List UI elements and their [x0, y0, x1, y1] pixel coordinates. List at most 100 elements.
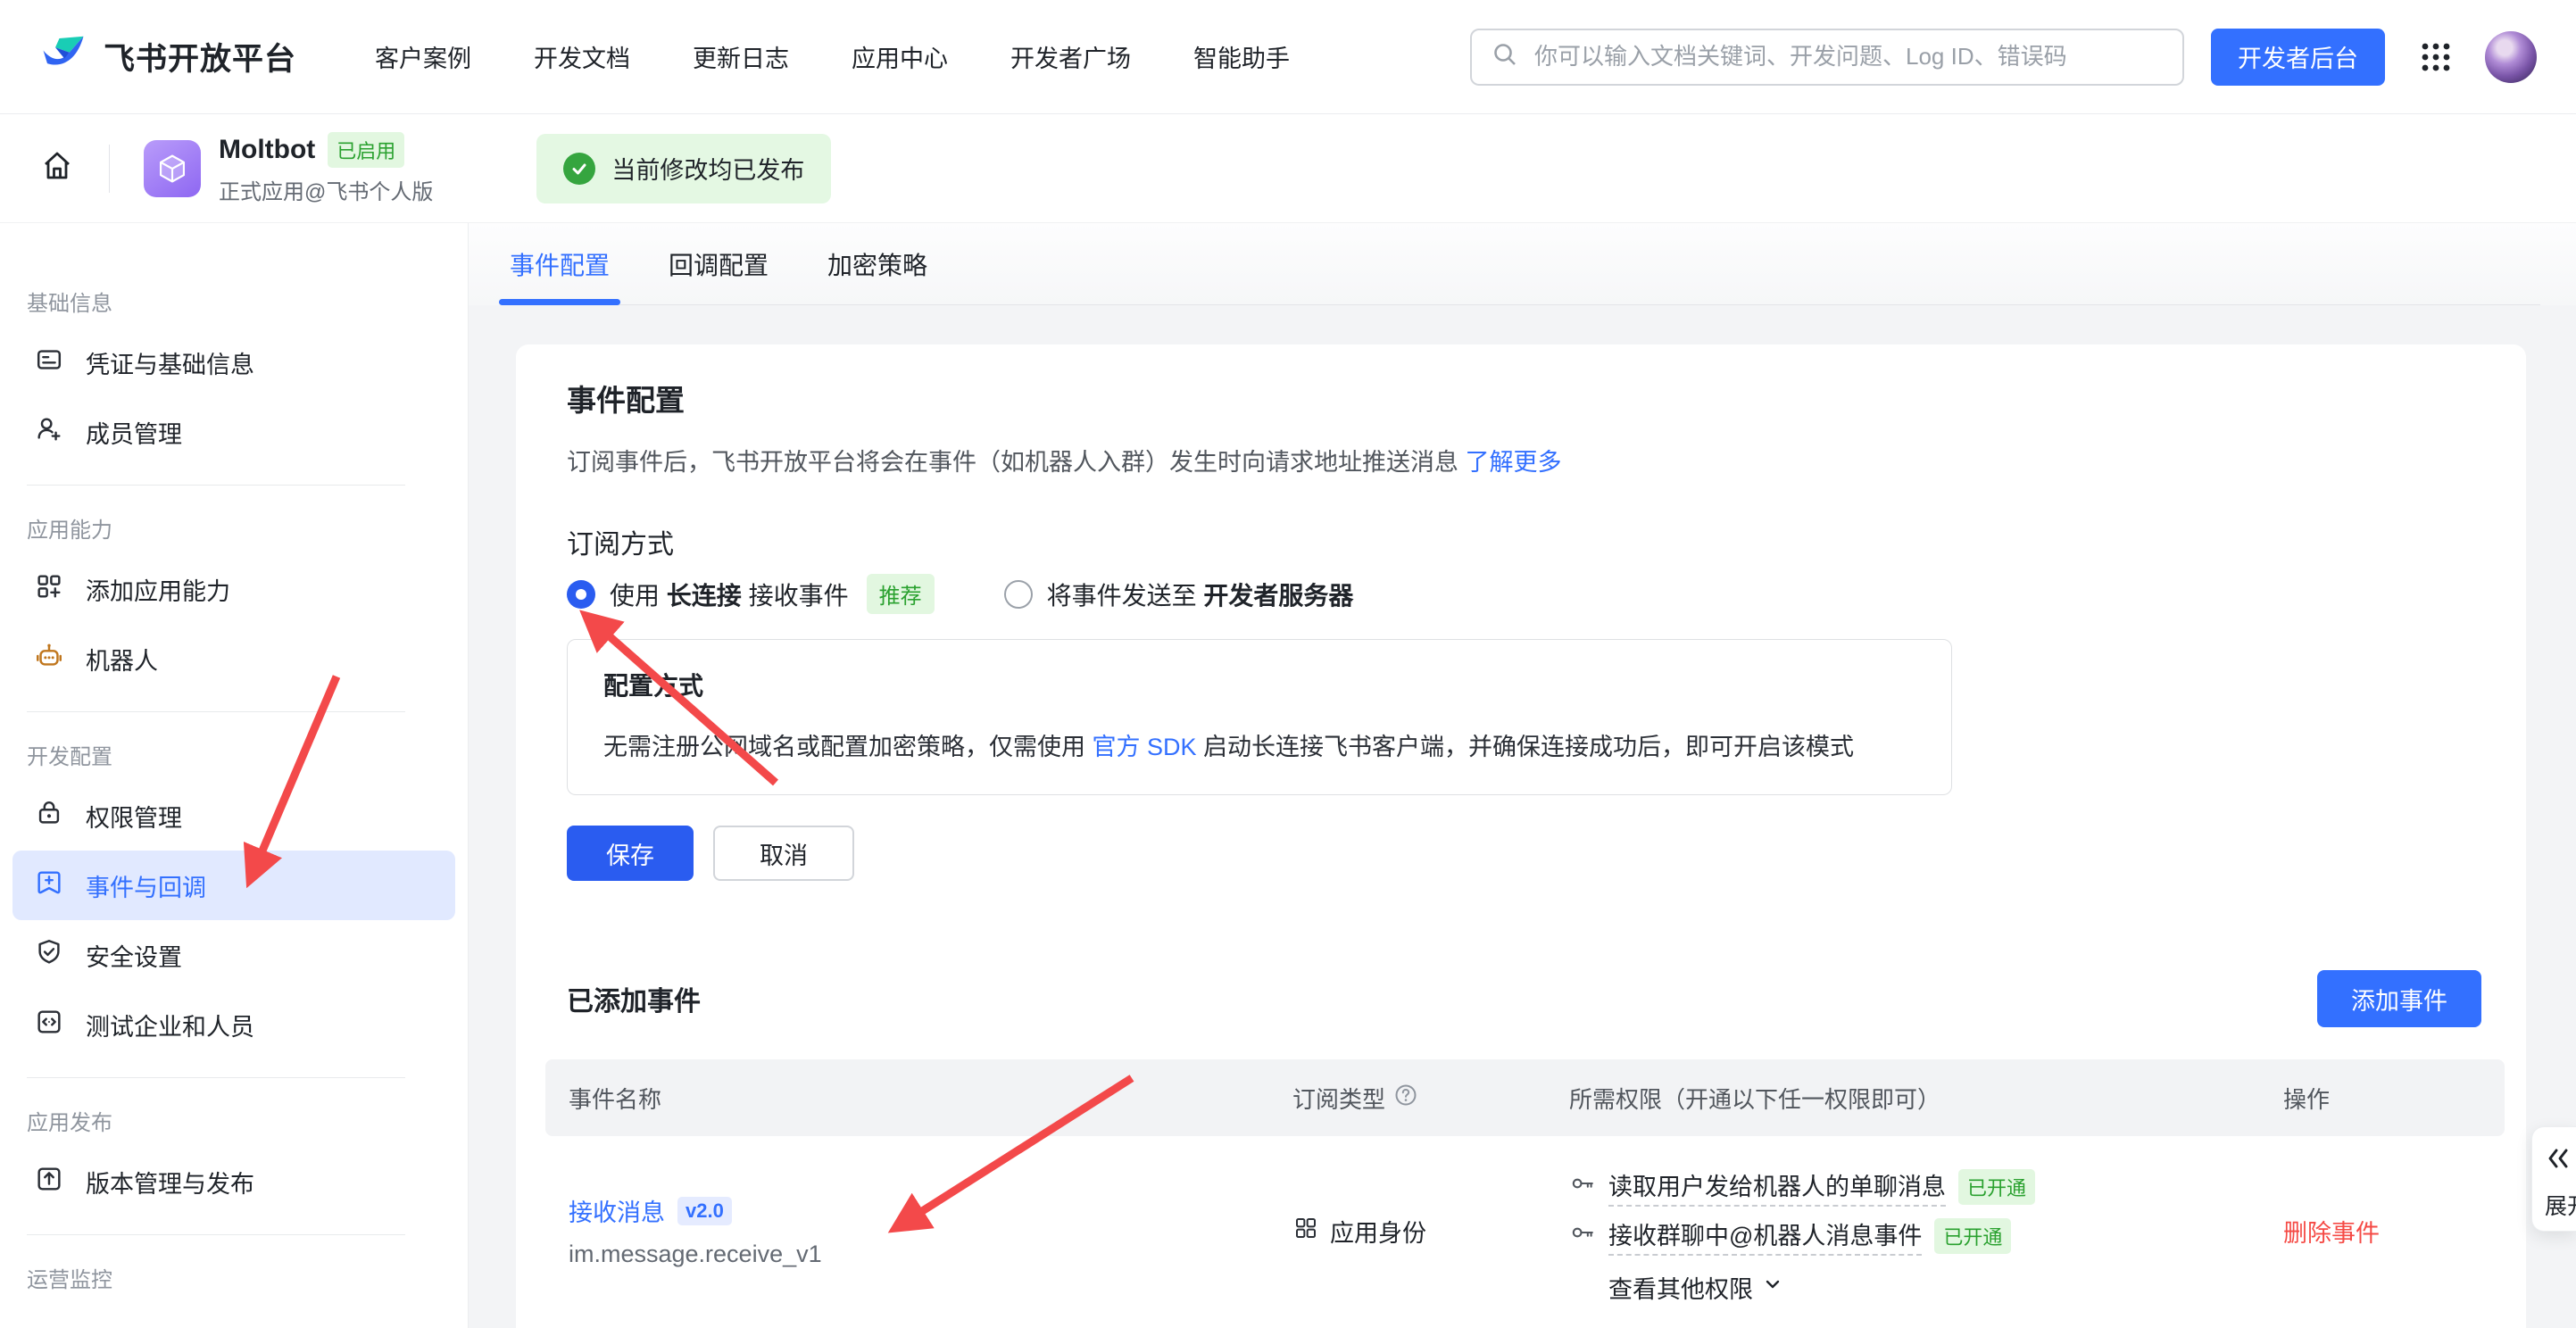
subscription-options: 使用 长连接 接收事件 推荐 将事件发送至 开发者服务器 [567, 574, 2481, 614]
sidebar-item-label: 机器人 [86, 642, 158, 676]
nav-item-assistant[interactable]: 智能助手 [1193, 39, 1290, 74]
delete-event-link[interactable]: 删除事件 [2283, 1220, 2380, 1247]
sidebar-item-version-release[interactable]: 版本管理与发布 [12, 1147, 455, 1216]
sidebar-section-dev-config: 开发配置 [0, 739, 468, 770]
sidebar-section-monitoring: 运营监控 [0, 1262, 468, 1293]
question-icon[interactable] [1394, 1083, 1417, 1113]
key-icon [1569, 1219, 1596, 1252]
official-sdk-link[interactable]: 官方 SDK [1093, 734, 1197, 760]
home-icon[interactable] [39, 148, 75, 188]
nav-item-changelog[interactable]: 更新日志 [693, 39, 789, 74]
subscription-type-cell: 应用身份 [1292, 1214, 1569, 1249]
sidebar-item-label: 凭证与基础信息 [86, 345, 254, 380]
sidebar-item-events-callbacks[interactable]: 事件与回调 [12, 851, 455, 920]
sidebar-item-label: 安全设置 [86, 938, 182, 973]
col-actions: 操作 [2283, 1082, 2505, 1115]
apps-grid-icon[interactable] [2417, 38, 2455, 76]
sidebar-item-label: 测试企业和人员 [86, 1008, 254, 1042]
shield-check-icon [34, 937, 64, 974]
robot-icon [34, 641, 64, 677]
table-row: 接收消息 v2.0 im.message.receive_v1 [545, 1136, 2505, 1325]
events-table: 事件名称 订阅类型 所需权限（开通以下任一权限即可） [545, 1059, 2505, 1325]
sidebar-item-members[interactable]: 成员管理 [12, 397, 455, 467]
divider [27, 1077, 405, 1078]
nav-item-docs[interactable]: 开发文档 [534, 39, 630, 74]
developer-console-button[interactable]: 开发者后台 [2211, 29, 2385, 86]
sidebar-item-label: 添加应用能力 [86, 572, 230, 607]
sidebar-section-capability: 应用能力 [0, 512, 468, 544]
permission-text[interactable]: 读取用户发给机器人的单聊消息 [1608, 1167, 1946, 1207]
avatar[interactable] [2485, 31, 2537, 83]
radio-developer-server[interactable] [1004, 580, 1033, 609]
feishu-open-platform-page: 飞书开放平台 客户案例 开发文档 更新日志 应用中心 开发者广场 智能助手 开发… [0, 0, 2576, 1328]
app-subtitle: 正式应用@飞书个人版 [219, 174, 433, 205]
app-name: Moltbot [219, 135, 315, 165]
sidebar-item-label: 成员管理 [86, 415, 182, 450]
nav-item-cases[interactable]: 客户案例 [375, 39, 471, 74]
main-content: 事件配置 回调配置 加密策略 事件配置 订阅事件后，飞书开放平台将会在事件（如机… [469, 223, 2576, 1328]
config-method-text: 无需注册公网域名或配置加密策略，仅需使用 官方 SDK 启动长连接飞书客户端，并… [603, 727, 1915, 762]
config-method-title: 配置方式 [603, 667, 1915, 702]
added-events-title: 已添加事件 [567, 979, 701, 1018]
search-input[interactable] [1533, 42, 2163, 71]
divider [27, 485, 405, 486]
tab-encryption[interactable]: 加密策略 [827, 223, 927, 305]
sidebar-item-bot[interactable]: 机器人 [12, 624, 455, 693]
member-add-icon [34, 414, 64, 451]
tab-callback-config[interactable]: 回调配置 [669, 223, 769, 305]
release-upload-icon [34, 1164, 64, 1200]
nav-item-dev-square[interactable]: 开发者广场 [1010, 39, 1131, 74]
event-callback-icon [34, 867, 64, 904]
sidebar-item-add-capability[interactable]: 添加应用能力 [12, 554, 455, 624]
col-subscription-type: 订阅类型 [1292, 1082, 1569, 1115]
event-name-link[interactable]: 接收消息 [569, 1193, 665, 1228]
tab-event-config[interactable]: 事件配置 [510, 223, 610, 305]
event-name-cell: 接收消息 v2.0 im.message.receive_v1 [569, 1193, 1292, 1268]
view-more-permissions[interactable]: 查看其他权限 [1608, 1270, 2283, 1305]
radio-long-connection[interactable] [567, 580, 595, 609]
action-cell: 删除事件 [2283, 1214, 2505, 1249]
permission-text[interactable]: 接收群聊中@机器人消息事件 [1608, 1216, 1922, 1256]
sidebar-item-label: 权限管理 [86, 799, 182, 834]
check-circle-icon [563, 153, 595, 185]
permission-enabled-badge: 已开通 [1958, 1169, 2035, 1205]
app-icon [144, 140, 201, 197]
tab-bar: 事件配置 回调配置 加密策略 [469, 223, 2576, 305]
body-layout: 基础信息 凭证与基础信息 成员管理 应用能力 [0, 223, 2576, 1328]
nav-menu: 客户案例 开发文档 更新日志 应用中心 开发者广场 智能助手 [375, 39, 1290, 74]
description-text: 订阅事件后，飞书开放平台将会在事件（如机器人入群）发生时向请求地址推送消息 [567, 449, 1458, 476]
collapse-double-chevron-icon [2545, 1145, 2576, 1176]
save-button[interactable]: 保存 [567, 826, 694, 881]
sidebar-item-permissions[interactable]: 权限管理 [12, 781, 455, 851]
sidebar-item-test-org[interactable]: 测试企业和人员 [12, 990, 455, 1059]
col-permissions: 所需权限（开通以下任一权限即可） [1569, 1082, 2283, 1115]
brand[interactable]: 飞书开放平台 [39, 30, 296, 83]
sidebar-item-credentials[interactable]: 凭证与基础信息 [12, 328, 455, 397]
app-identity-icon [1292, 1215, 1319, 1248]
nav-item-app-center[interactable]: 应用中心 [852, 39, 948, 74]
page-title: 事件配置 [567, 377, 2481, 419]
cancel-button[interactable]: 取消 [713, 826, 854, 881]
col-event-name: 事件名称 [569, 1082, 1292, 1115]
expand-side-panel[interactable]: 展开 [2531, 1126, 2576, 1232]
event-config-card: 事件配置 订阅事件后，飞书开放平台将会在事件（如机器人入群）发生时向请求地址推送… [516, 344, 2526, 1328]
permission-enabled-badge: 已开通 [1934, 1218, 2011, 1254]
app-header: Moltbot 已启用 正式应用@飞书个人版 当前修改均已发布 [0, 114, 2576, 223]
form-actions: 保存 取消 [567, 826, 2481, 881]
top-navbar: 飞书开放平台 客户案例 开发文档 更新日志 应用中心 开发者广场 智能助手 开发… [0, 0, 2576, 114]
table-header-row: 事件名称 订阅类型 所需权限（开通以下任一权限即可） [545, 1059, 2505, 1136]
added-events-header: 已添加事件 添加事件 [567, 970, 2481, 1027]
publish-status-text: 当前修改均已发布 [611, 151, 804, 186]
sidebar-section-basic: 基础信息 [0, 286, 468, 317]
add-event-button[interactable]: 添加事件 [2317, 970, 2481, 1027]
learn-more-link[interactable]: 了解更多 [1466, 449, 1562, 476]
radio-long-connection-label: 使用 长连接 接收事件 [610, 577, 849, 612]
search-box[interactable] [1470, 29, 2184, 86]
config-method-box: 配置方式 无需注册公网域名或配置加密策略，仅需使用 官方 SDK 启动长连接飞书… [567, 639, 1952, 795]
subscription-type-text: 应用身份 [1330, 1214, 1426, 1249]
sidebar-item-label: 事件与回调 [86, 868, 206, 903]
sidebar-item-security[interactable]: 安全设置 [12, 920, 455, 990]
subscription-method-title: 订阅方式 [567, 522, 2481, 561]
expand-label: 展开 [2545, 1189, 2576, 1221]
version-badge: v2.0 [677, 1197, 732, 1225]
